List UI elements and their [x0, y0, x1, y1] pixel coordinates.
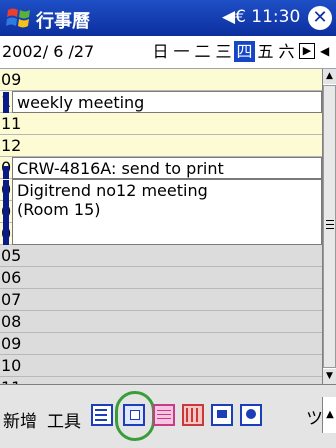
- weekday-wed[interactable]: 三: [213, 41, 234, 62]
- hour-row[interactable]: 10: [0, 355, 322, 377]
- previous-week-arrow[interactable]: ◀: [320, 44, 329, 58]
- hour-label: 08: [1, 312, 22, 331]
- weekday-tue[interactable]: 二: [192, 41, 213, 62]
- date-bar: 2002/ 6 /27 日 一 二 三 四 五 六 ▶ ◀: [0, 36, 336, 69]
- scroll-grip-icon: [326, 220, 334, 229]
- close-button[interactable]: ✕: [308, 6, 332, 30]
- scroll-down-arrow[interactable]: ▼: [323, 369, 336, 384]
- today-icon[interactable]: [240, 404, 262, 426]
- hour-label: 12: [1, 136, 22, 155]
- appointment-weekly-meeting[interactable]: weekly meeting: [3, 91, 322, 113]
- weekday-thu-selected[interactable]: 四: [234, 41, 255, 62]
- year-view-icon[interactable]: [182, 404, 204, 426]
- hour-label: 09: [1, 334, 22, 353]
- hour-row[interactable]: 07: [0, 289, 322, 311]
- bottom-toolbar: 新增 工具 ツ ▲: [0, 384, 336, 448]
- day-grid[interactable]: 09 10 11 12 01 02 03 04 05 06 07 08 09 1…: [0, 69, 322, 384]
- appointment-digitrend-meeting[interactable]: Digitrend no12 meeting (Room 15): [3, 179, 322, 245]
- weekday-sun[interactable]: 日: [150, 41, 171, 62]
- scroll-thumb[interactable]: [323, 85, 336, 368]
- hour-row[interactable]: 09: [0, 333, 322, 355]
- goto-today-icon[interactable]: ▶: [299, 43, 315, 59]
- appointment-text: weekly meeting: [17, 93, 145, 112]
- month-view-icon[interactable]: [153, 404, 175, 426]
- week-view-icon[interactable]: [123, 404, 145, 426]
- hour-row[interactable]: 06: [0, 267, 322, 289]
- title-bar: 行事曆 ◀€ 11:30 ✕: [0, 0, 336, 36]
- input-panel-arrow-icon[interactable]: ▲: [322, 397, 336, 433]
- weekday-mon[interactable]: 一: [171, 41, 192, 62]
- hour-row[interactable]: 11: [0, 113, 322, 135]
- hour-label: 07: [1, 290, 22, 309]
- new-menu[interactable]: 新增: [3, 407, 37, 432]
- weekday-fri[interactable]: 五: [255, 41, 276, 62]
- busy-bar: [3, 92, 9, 113]
- weekday-sat[interactable]: 六: [276, 41, 297, 62]
- scroll-up-arrow[interactable]: ▲: [323, 69, 336, 84]
- busy-bar: [3, 180, 9, 245]
- hour-label: 10: [1, 356, 22, 375]
- vertical-scrollbar[interactable]: ▲ ▼: [322, 69, 336, 384]
- appointment-text: Digitrend no12 meeting (Room 15): [17, 181, 208, 219]
- busy-bar: [3, 166, 9, 179]
- hour-row[interactable]: 12: [0, 135, 322, 157]
- appointment-send-to-print[interactable]: CRW-4816A: send to print: [3, 157, 322, 179]
- tools-menu[interactable]: 工具: [47, 407, 81, 432]
- hour-label: 09: [1, 70, 22, 89]
- hour-row[interactable]: 09: [0, 69, 322, 91]
- hour-row[interactable]: 08: [0, 311, 322, 333]
- hour-row[interactable]: 05: [0, 245, 322, 267]
- date-label[interactable]: 2002/ 6 /27: [2, 42, 94, 61]
- weekday-strip: 日 一 二 三 四 五 六: [150, 41, 297, 62]
- agenda-view-icon[interactable]: [211, 404, 233, 426]
- windows-start-icon[interactable]: [6, 5, 32, 31]
- clock-speaker[interactable]: ◀€ 11:30: [222, 7, 300, 27]
- hour-label: 05: [1, 246, 22, 265]
- appointment-text: CRW-4816A: send to print: [17, 159, 224, 178]
- input-panel-button[interactable]: ツ: [306, 404, 323, 429]
- day-view-icon[interactable]: [91, 404, 113, 426]
- hour-row[interactable]: 11: [0, 377, 322, 384]
- hour-label: 11: [1, 114, 22, 133]
- app-title: 行事曆: [36, 11, 90, 32]
- hour-label: 06: [1, 268, 22, 287]
